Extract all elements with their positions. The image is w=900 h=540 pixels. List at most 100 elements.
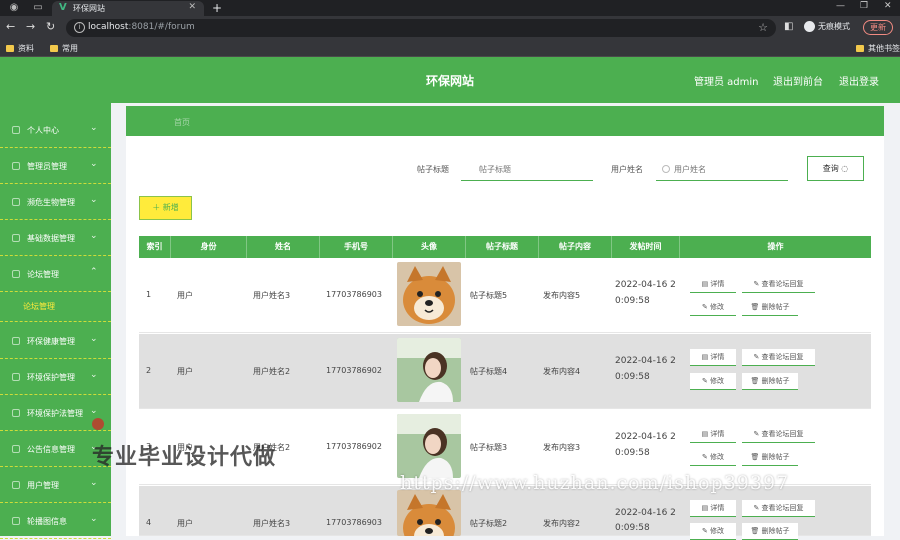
menu-icon xyxy=(12,270,20,278)
column-header[interactable]: 手机号 xyxy=(320,236,393,258)
post-title-input[interactable] xyxy=(461,158,593,181)
breadcrumb-home[interactable]: 首页 xyxy=(174,117,190,128)
table-header: 索引 身份 姓名 手机号 头像 帖子标题 帖子内容 发帖时间 操作 xyxy=(139,236,871,258)
bookmarks-bar: 资料 常用 其他书签 xyxy=(0,40,900,57)
detail-button[interactable]: ▤ 详情 xyxy=(690,500,736,517)
new-tab-button[interactable]: + xyxy=(212,1,222,15)
sidebar-subitem-forum[interactable]: 论坛管理 xyxy=(0,292,111,322)
column-header[interactable]: 操作 xyxy=(680,236,871,258)
delete-button[interactable]: 🗑 删除帖子 xyxy=(742,523,798,540)
post-title-cell: 帖子标题4 xyxy=(470,367,508,376)
delete-button[interactable]: 🗑 删除帖子 xyxy=(742,299,798,316)
incognito-badge[interactable]: 无痕模式 xyxy=(804,21,850,32)
search-icon xyxy=(662,165,670,173)
column-header[interactable]: 姓名 xyxy=(247,236,320,258)
bookmark-star-icon[interactable]: ☆ xyxy=(758,21,768,34)
post-content-cell: 发布内容5 xyxy=(543,291,581,300)
reload-icon[interactable]: ↻ xyxy=(46,21,55,33)
folder-icon xyxy=(856,45,864,52)
query-button[interactable]: 查询 ◌ xyxy=(807,156,864,181)
column-header[interactable]: 头像 xyxy=(393,236,466,258)
sidebar-item-protection[interactable]: 环境保护管理 ⌄ xyxy=(0,360,111,395)
edit-button[interactable]: ✎ 修改 xyxy=(690,299,736,316)
sidebar-item-users[interactable]: 用户管理 ⌄ xyxy=(0,468,111,503)
view-reply-button[interactable]: ✎ 查看论坛回复 xyxy=(742,426,815,443)
post-time-cell: 2022-04-16 2 xyxy=(615,280,676,290)
sidebar-item-admin[interactable]: 管理员管理 ⌄ xyxy=(0,149,111,184)
restore-icon[interactable]: ❐ xyxy=(860,1,868,11)
browser-tab[interactable]: V 环保网站 ✕ xyxy=(52,1,204,16)
post-time-cell: 0:09:58 xyxy=(615,296,650,306)
menu-icon xyxy=(12,337,20,345)
url-text: localhost:8081/#/forum xyxy=(88,22,195,32)
menu-icon xyxy=(12,373,20,381)
admin-user-label: 管理员 admin xyxy=(694,77,759,88)
back-to-front-link[interactable]: 退出到前台 xyxy=(773,73,823,88)
url-input[interactable]: i localhost:8081/#/forum ☆ xyxy=(66,19,776,37)
post-content-cell: 发布内容4 xyxy=(543,367,581,376)
back-icon[interactable]: ← xyxy=(6,21,15,33)
detail-button[interactable]: ▤ 详情 xyxy=(690,426,736,443)
table-row: 1 用户 用户姓名3 17703786903 帖子标题5 发布内容5 2022-… xyxy=(139,258,871,333)
sidebar-item-health[interactable]: 环保健康管理 ⌄ xyxy=(0,324,111,359)
phone-cell: 17703786902 xyxy=(326,442,382,451)
phone-cell: 17703786902 xyxy=(326,366,382,375)
edit-button[interactable]: ✎ 修改 xyxy=(690,449,736,466)
role-cell: 用户 xyxy=(177,367,193,376)
column-header[interactable]: 帖子标题 xyxy=(466,236,539,258)
view-reply-button[interactable]: ✎ 查看论坛回复 xyxy=(742,500,815,517)
vue-favicon-icon: V xyxy=(59,2,67,13)
edit-button[interactable]: ✎ 修改 xyxy=(690,523,736,540)
minimize-icon[interactable]: — xyxy=(836,1,845,11)
forward-icon[interactable]: → xyxy=(26,21,35,33)
phone-cell: 17703786903 xyxy=(326,518,382,527)
watermark-url: https://www.huzhan.com/ishop39397 xyxy=(400,472,790,494)
close-window-icon[interactable]: ✕ xyxy=(884,1,892,11)
post-title-cell: 帖子标题3 xyxy=(470,443,508,452)
folder-icon xyxy=(6,45,14,52)
chevron-up-icon: ⌃ xyxy=(90,267,98,277)
chevron-down-icon: ⌄ xyxy=(90,406,98,416)
bookmark-folder-2[interactable]: 常用 xyxy=(50,43,78,54)
tab-search-icon[interactable]: ▭ xyxy=(32,2,44,14)
close-tab-icon[interactable]: ✕ xyxy=(188,2,196,12)
logout-link[interactable]: 退出登录 xyxy=(839,73,879,88)
column-header[interactable]: 身份 xyxy=(171,236,247,258)
chevron-down-icon: ⌄ xyxy=(90,231,98,241)
sidebar-item-forum[interactable]: 论坛管理 ⌃ xyxy=(0,257,111,292)
add-button[interactable]: ＋ 新增 xyxy=(139,196,192,220)
other-bookmarks[interactable]: 其他书签 xyxy=(856,43,900,54)
column-header[interactable]: 发帖时间 xyxy=(612,236,680,258)
post-time-cell: 2022-04-16 2 xyxy=(615,356,676,366)
delete-button[interactable]: 🗑 删除帖子 xyxy=(742,449,798,466)
sidebar-toggle-icon[interactable]: ◧ xyxy=(784,21,793,32)
search-icon: ◌ xyxy=(841,164,849,173)
chevron-down-icon: ⌄ xyxy=(90,195,98,205)
user-name-input[interactable] xyxy=(656,158,788,181)
view-reply-button[interactable]: ✎ 查看论坛回复 xyxy=(742,276,815,293)
name-cell: 用户姓名2 xyxy=(253,367,291,376)
update-button[interactable]: 更新 xyxy=(863,20,893,35)
mouse-cursor xyxy=(92,418,104,430)
sidebar-item-personal-center[interactable]: 个人中心 ⌄ xyxy=(0,113,111,148)
post-content-cell: 发布内容3 xyxy=(543,443,581,452)
column-header[interactable]: 帖子内容 xyxy=(539,236,612,258)
name-cell: 用户姓名3 xyxy=(253,519,291,528)
detail-button[interactable]: ▤ 详情 xyxy=(690,276,736,293)
browser-menu-icon[interactable]: ◉ xyxy=(8,2,20,14)
sidebar-item-carousel[interactable]: 轮播图信息 ⌄ xyxy=(0,504,111,539)
site-info-icon[interactable]: i xyxy=(74,22,85,33)
chevron-down-icon: ⌄ xyxy=(90,478,98,488)
sidebar-item-species[interactable]: 濒危生物管理 ⌄ xyxy=(0,185,111,220)
column-header[interactable]: 索引 xyxy=(139,236,171,258)
view-reply-button[interactable]: ✎ 查看论坛回复 xyxy=(742,349,815,366)
edit-button[interactable]: ✎ 修改 xyxy=(690,373,736,390)
breadcrumb: 首页 xyxy=(126,106,884,136)
watermark-text: 专业毕业设计代做 xyxy=(92,445,277,470)
sidebar-item-base-data[interactable]: 基础数据管理 ⌄ xyxy=(0,221,111,256)
detail-button[interactable]: ▤ 详情 xyxy=(690,349,736,366)
browser-tab-bar: ◉ ▭ V 环保网站 ✕ + — ❐ ✕ xyxy=(0,0,900,16)
bookmark-folder-1[interactable]: 资料 xyxy=(6,43,34,54)
delete-button[interactable]: 🗑 删除帖子 xyxy=(742,373,798,390)
menu-icon xyxy=(12,481,20,489)
